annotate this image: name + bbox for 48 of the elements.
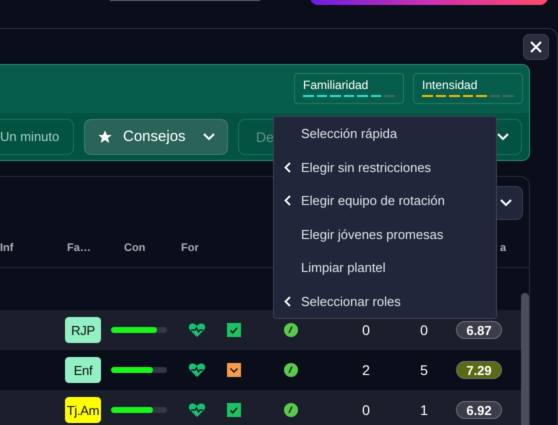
chevron-down-icon [497, 132, 509, 140]
table-cell: 2 [362, 362, 370, 378]
checkbox-icon [227, 323, 241, 337]
chevron-left-icon [284, 162, 291, 173]
column-header[interactable]: Fa… [67, 242, 124, 254]
table-cell: 0 [420, 322, 428, 338]
arrow-badge-icon [284, 323, 298, 337]
arrow-badge-icon [284, 363, 298, 377]
menu-item[interactable]: Selección rápida [274, 117, 496, 150]
heart-pulse-icon [188, 322, 206, 338]
menu-item[interactable]: Elegir jóvenes promesas [274, 218, 496, 251]
chevron-down-icon [500, 199, 512, 207]
close-icon [529, 40, 543, 54]
menu-item[interactable]: Limpiar plantel [274, 251, 496, 284]
duration-button[interactable]: Un minuto [0, 118, 74, 154]
info-tag: RJP [65, 317, 101, 343]
column-header[interactable]: Inf [0, 242, 67, 254]
meter-label: Familiaridad [303, 78, 370, 92]
table-cell: 5 [420, 362, 428, 378]
column-header[interactable]: For [181, 242, 238, 254]
scrollbar[interactable] [521, 293, 529, 425]
info-tag: Tj.Am [65, 397, 101, 423]
table-row[interactable]: RJP 0 0 6.87 [0, 310, 522, 350]
chevron-left-icon [284, 195, 291, 206]
table-row[interactable]: Enf 2 5 7.29 [0, 350, 522, 390]
column-header[interactable]: Con [124, 242, 181, 254]
tips-button[interactable]: Consejos [84, 118, 228, 154]
checkbox-icon [227, 403, 241, 417]
heart-pulse-icon [188, 362, 206, 378]
heart-pulse-icon [188, 402, 206, 418]
info-tag: Enf [65, 357, 101, 383]
column-header[interactable]: a [500, 242, 530, 254]
table-cell: 0 [362, 322, 370, 338]
chevron-down-icon [203, 132, 215, 140]
close-button[interactable] [523, 34, 549, 60]
rating-badge: 7.29 [456, 361, 502, 379]
menu-item[interactable]: Elegir sin restricciones [274, 150, 496, 184]
chevron-left-icon [284, 296, 291, 307]
table-cell: 1 [420, 402, 428, 418]
rating-badge: 6.92 [456, 401, 502, 419]
table-cell: 0 [362, 402, 370, 418]
rating-badge: 6.87 [456, 321, 502, 339]
meter-label: Intensidad [422, 78, 478, 92]
chevron-down-icon [227, 363, 241, 377]
arrow-badge-icon [284, 403, 298, 417]
table-row[interactable]: Tj.Am 0 1 6.92 [0, 390, 522, 425]
star-icon [97, 128, 113, 144]
menu-item[interactable]: Elegir equipo de rotación [274, 184, 496, 218]
